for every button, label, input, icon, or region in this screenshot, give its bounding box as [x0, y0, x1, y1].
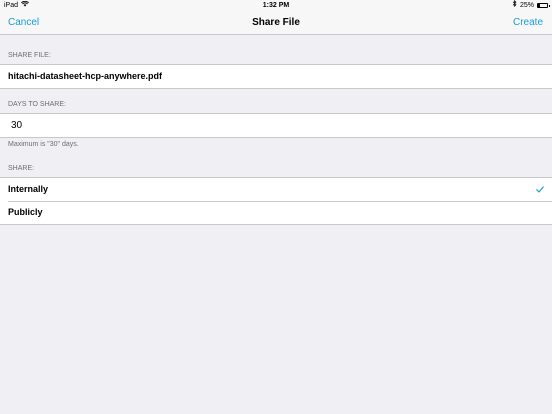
- share-file-header: SHARE FILE:: [8, 52, 51, 59]
- days-group: [0, 113, 552, 138]
- battery-icon: [537, 3, 550, 8]
- days-note: Maximum is "30" days.: [8, 141, 79, 148]
- days-header: DAYS TO SHARE:: [8, 101, 66, 108]
- checkmark-icon: [536, 178, 544, 201]
- status-bar: iPad 1:32 PM 25%: [0, 0, 552, 11]
- status-right: 25%: [512, 0, 550, 11]
- share-header: SHARE:: [8, 165, 35, 172]
- share-options-group: Internally Publicly: [0, 177, 552, 225]
- bluetooth-icon: [512, 0, 517, 11]
- share-option-publicly[interactable]: Publicly: [0, 201, 552, 224]
- status-time: 1:32 PM: [262, 2, 290, 9]
- share-option-label: Internally: [8, 184, 49, 194]
- navigation-bar: Cancel Share File Create: [0, 11, 552, 35]
- create-button[interactable]: Create: [513, 11, 543, 34]
- battery-percent: 25%: [519, 2, 534, 9]
- page-title: Share File: [252, 17, 300, 28]
- share-file-group: hitachi-datasheet-hcp-anywhere.pdf: [0, 64, 552, 89]
- days-input[interactable]: [8, 114, 511, 137]
- days-cell: [0, 114, 552, 137]
- share-option-label: Publicly: [8, 207, 43, 217]
- filename-cell: hitachi-datasheet-hcp-anywhere.pdf: [8, 71, 163, 81]
- battery-fill: [538, 4, 541, 7]
- share-option-internally[interactable]: Internally: [0, 178, 552, 201]
